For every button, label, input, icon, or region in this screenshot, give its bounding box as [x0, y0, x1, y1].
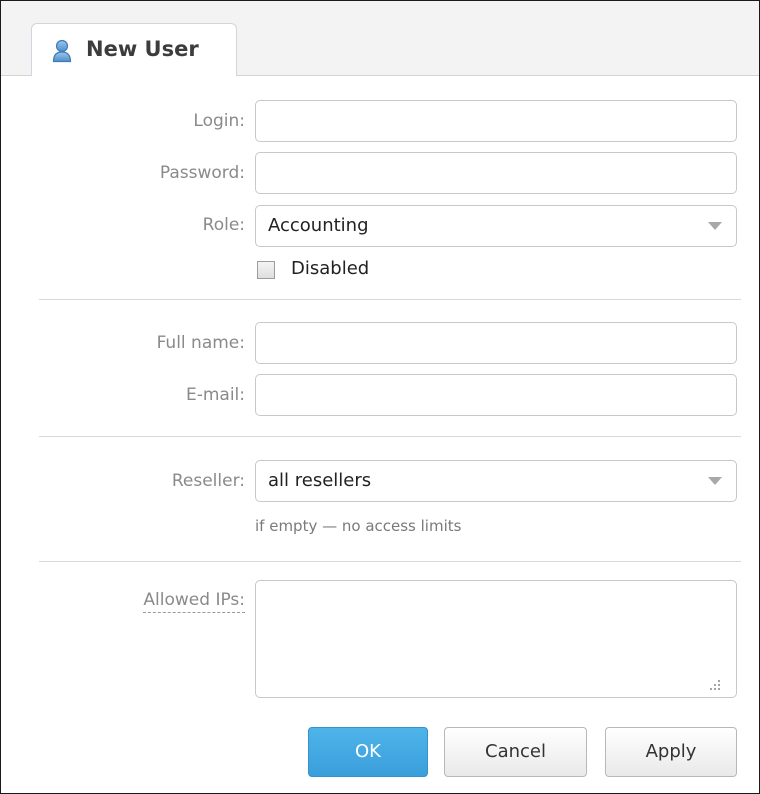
allowed-ips-label: Allowed IPs:: [9, 590, 245, 613]
role-select-value: Accounting: [268, 215, 369, 236]
cancel-button[interactable]: Cancel: [444, 727, 587, 777]
full-name-label: Full name:: [156, 333, 245, 353]
chevron-down-icon[interactable]: [708, 222, 722, 230]
role-select[interactable]: Accounting: [255, 205, 737, 247]
section-divider: [39, 436, 741, 437]
full-name-input[interactable]: [255, 322, 737, 364]
email-label: E-mail:: [185, 385, 245, 405]
allowed-ips-label-text[interactable]: Allowed IPs:: [143, 590, 245, 613]
resize-handle-icon[interactable]: [707, 677, 721, 691]
apply-button[interactable]: Apply: [605, 727, 737, 777]
tab-new-user[interactable]: New User: [31, 23, 237, 76]
password-input[interactable]: [255, 152, 737, 194]
section-divider: [39, 299, 741, 300]
new-user-window: New User Login: Password: Role: Accounti…: [0, 0, 760, 794]
reseller-select-value: all resellers: [268, 470, 372, 491]
password-label: Password:: [159, 163, 245, 183]
section-divider: [39, 561, 741, 562]
reseller-label: Reseller:: [171, 471, 245, 491]
reseller-hint: if empty — no access limits: [255, 517, 462, 535]
disabled-label[interactable]: Disabled: [291, 258, 369, 279]
chevron-down-icon[interactable]: [708, 477, 722, 485]
ok-button[interactable]: OK: [308, 727, 428, 777]
reseller-select[interactable]: all resellers: [255, 460, 737, 502]
allowed-ips-textarea[interactable]: [255, 580, 737, 698]
tab-title: New User: [86, 37, 199, 61]
user-icon: [52, 39, 72, 63]
role-label: Role:: [202, 215, 245, 235]
login-label: Login:: [193, 111, 245, 131]
login-input[interactable]: [255, 100, 737, 142]
email-input[interactable]: [255, 374, 737, 416]
disabled-checkbox[interactable]: [257, 261, 275, 279]
tab-strip: New User: [1, 1, 759, 76]
